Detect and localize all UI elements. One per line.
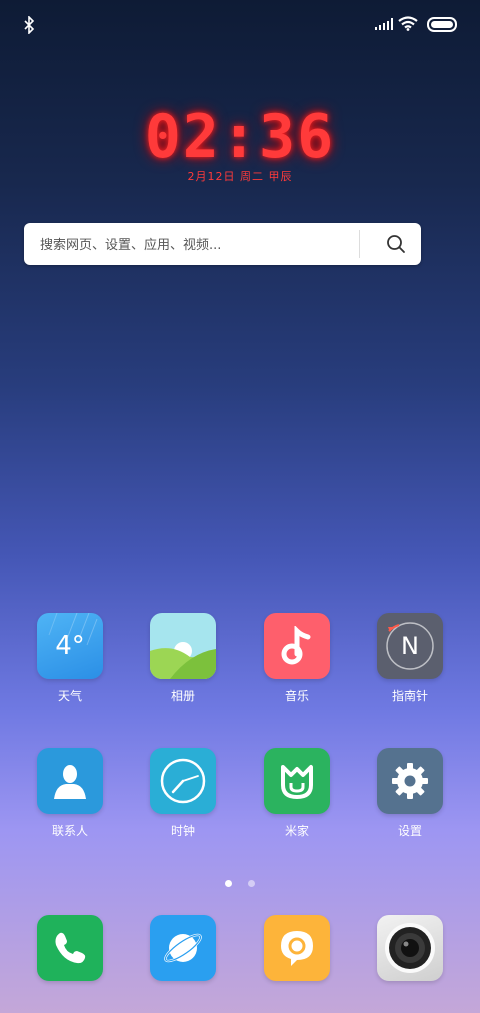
search-bar[interactable] (24, 223, 421, 267)
app-mijia[interactable]: 米家 (252, 748, 342, 839)
weather-temp: 4° (55, 631, 85, 661)
page-dot-active[interactable] (225, 880, 233, 887)
page-dot[interactable] (247, 880, 255, 887)
status-bar (0, 0, 480, 50)
app-weather[interactable]: 4° 天气 (25, 613, 115, 704)
dock-messages[interactable] (252, 915, 342, 981)
browser-icon (150, 915, 216, 981)
music-note-icon (281, 626, 311, 665)
clock-date: 2月12日 周二 甲辰 (187, 170, 293, 183)
person-icon (54, 765, 86, 799)
search-input[interactable] (38, 223, 362, 267)
clock-face-icon (160, 758, 206, 804)
phone-icon (37, 915, 103, 981)
bluetooth-icon (24, 16, 35, 34)
gear-icon (392, 763, 428, 799)
handset-icon (55, 932, 86, 964)
messages-icon (264, 915, 330, 981)
app-contacts[interactable]: 联系人 (25, 748, 115, 839)
music-icon (264, 613, 330, 679)
clock-time: 02:36 (144, 102, 336, 172)
app-compass[interactable]: N 指南针 (365, 613, 455, 704)
chat-bubble-icon (281, 931, 313, 966)
settings-icon (377, 748, 443, 814)
app-gallery[interactable]: 相册 (138, 613, 228, 704)
gallery-landscape (150, 642, 216, 679)
signal-icon (375, 18, 393, 30)
camera-lens-icon (385, 923, 435, 973)
gallery-icon (150, 613, 216, 679)
search-divider (359, 230, 360, 258)
mijia-icon (264, 748, 330, 814)
clock-icon (150, 748, 216, 814)
app-label: 米家 (284, 824, 309, 838)
clock-widget[interactable]: 02:36 2月12日 周二 甲辰 (0, 102, 480, 184)
dock-camera[interactable] (365, 915, 455, 981)
search-button[interactable] (372, 223, 420, 265)
mijia-logo-icon (281, 765, 313, 799)
dock-browser[interactable] (138, 915, 228, 981)
camera-icon (377, 915, 443, 981)
wifi-icon (398, 16, 418, 31)
app-label: 设置 (397, 824, 422, 838)
app-label: 天气 (57, 689, 82, 703)
app-label: 指南针 (391, 689, 428, 703)
app-music[interactable]: 音乐 (252, 613, 342, 704)
app-settings[interactable]: 设置 (365, 748, 455, 839)
search-icon (387, 235, 405, 253)
page-indicator (0, 872, 480, 891)
weather-icon: 4° (37, 613, 103, 679)
compass-letter: N (401, 632, 419, 660)
contacts-icon (37, 748, 103, 814)
battery-icon (427, 17, 457, 32)
app-label: 音乐 (284, 689, 309, 703)
dock-phone[interactable] (25, 915, 115, 981)
app-clock[interactable]: 时钟 (138, 748, 228, 839)
planet-icon (164, 933, 202, 963)
app-label: 联系人 (51, 824, 88, 838)
app-label: 时钟 (170, 824, 195, 838)
app-label: 相册 (170, 689, 195, 703)
compass-icon: N (377, 613, 443, 679)
